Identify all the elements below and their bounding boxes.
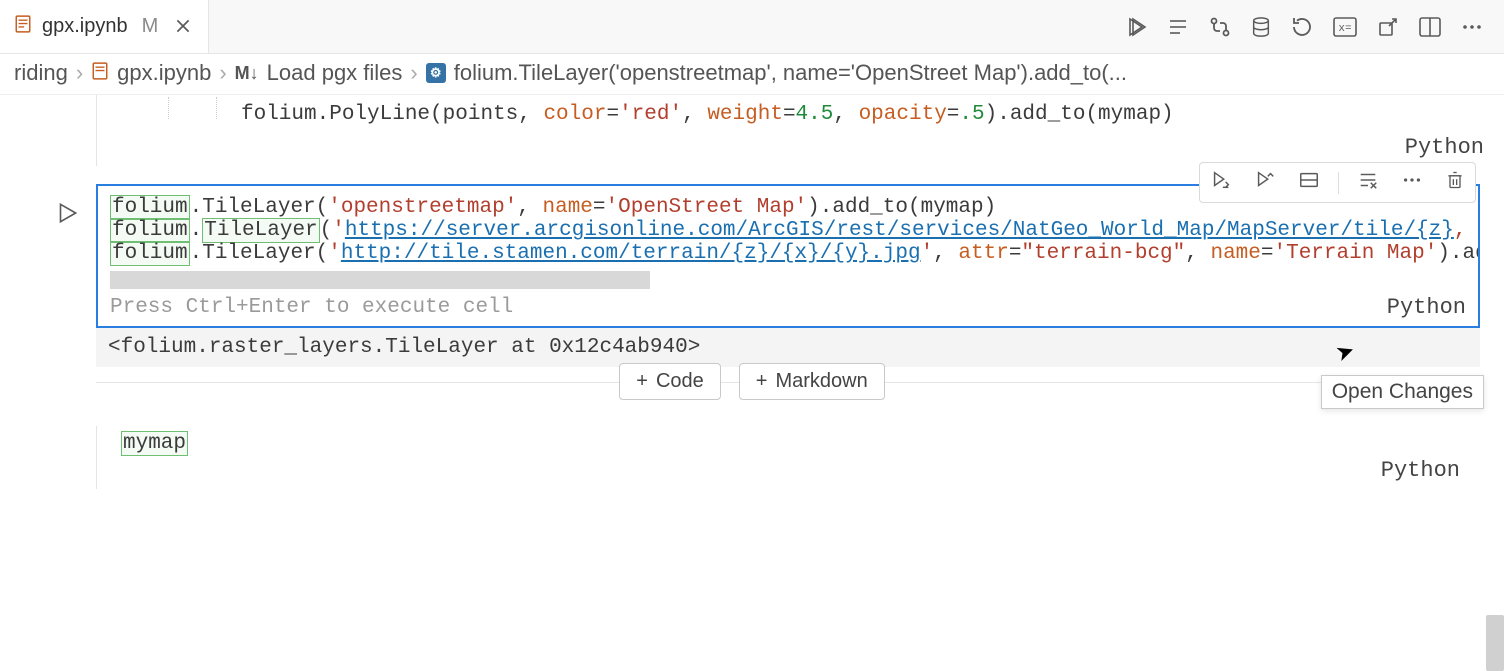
toolbar-separator [1338, 172, 1339, 194]
run-cell-icon[interactable] [54, 200, 80, 231]
cell-gutter [0, 184, 96, 328]
active-cell-region: folium.TileLayer('openstreetmap', name='… [0, 184, 1504, 328]
cell-output: <folium.raster_layers.TileLayer at 0x12c… [96, 328, 1480, 367]
tab-filename: gpx.ipynb [42, 15, 128, 38]
code-cell-next[interactable]: mymap Python [96, 426, 1480, 489]
breadcrumb-folder[interactable]: riding [14, 60, 68, 86]
notebook-content: folium.PolyLine(points, color='red', wei… [0, 95, 1504, 489]
notebook-icon [14, 15, 32, 38]
delete-cell-icon[interactable] [1441, 167, 1469, 198]
breadcrumb[interactable]: riding › gpx.ipynb › M↓ Load pgx files ›… [0, 54, 1504, 95]
markdown-icon: M↓ [235, 63, 259, 84]
selection-highlight [110, 271, 650, 289]
plus-icon: + [756, 370, 768, 393]
code-line[interactable]: mymap [121, 432, 1480, 455]
chevron-icon: › [219, 60, 226, 86]
git-compare-icon[interactable] [1208, 15, 1232, 39]
code-cell-active[interactable]: folium.TileLayer('openstreetmap', name='… [96, 184, 1480, 328]
split-editor-icon[interactable] [1418, 16, 1442, 38]
breadcrumb-section[interactable]: Load pgx files [267, 60, 403, 86]
export-icon[interactable] [1376, 15, 1400, 39]
run-by-line-icon[interactable] [1206, 167, 1236, 198]
chevron-icon: › [76, 60, 83, 86]
breadcrumb-symbol[interactable]: folium.TileLayer('openstreetmap', name='… [454, 60, 1127, 86]
variables-icon[interactable]: x= [1332, 16, 1358, 38]
svg-text:x=: x= [1338, 23, 1351, 35]
clear-outputs-icon[interactable] [1166, 15, 1190, 39]
editor-actions: x= [1124, 15, 1504, 39]
code-line[interactable]: folium.TileLayer('https://server.arcgiso… [110, 219, 1466, 242]
split-cell-icon[interactable] [1294, 167, 1324, 198]
plus-icon: + [636, 370, 648, 393]
execute-hint: Press Ctrl+Enter to execute cell [110, 296, 513, 319]
code-line[interactable]: folium.PolyLine(points, color='red', wei… [97, 97, 1504, 126]
restart-icon[interactable] [1290, 15, 1314, 39]
tab-bar: gpx.ipynb M x= [0, 0, 1504, 54]
editor-tab[interactable]: gpx.ipynb M [0, 0, 209, 53]
cell-toolbar [1199, 162, 1476, 203]
add-cell-row: + Code + Markdown [0, 363, 1504, 400]
more-icon[interactable] [1460, 15, 1484, 39]
add-code-button[interactable]: + Code [619, 363, 721, 400]
cell-language[interactable]: Python [1387, 295, 1466, 320]
add-code-label: Code [656, 370, 704, 393]
add-markdown-label: Markdown [775, 370, 867, 393]
tooltip: Open Changes [1321, 375, 1484, 409]
cell-language[interactable]: Python [1381, 458, 1460, 483]
cell-language[interactable]: Python [1405, 135, 1484, 160]
clear-output-icon[interactable] [1353, 167, 1383, 198]
scrollbar-thumb[interactable] [1486, 615, 1504, 671]
run-all-icon[interactable] [1124, 15, 1148, 39]
execute-above-icon[interactable] [1250, 167, 1280, 198]
python-icon: ⚙ [426, 63, 446, 83]
close-icon[interactable] [174, 17, 194, 37]
notebook-icon [91, 60, 109, 86]
add-markdown-button[interactable]: + Markdown [739, 363, 885, 400]
breadcrumb-file[interactable]: gpx.ipynb [117, 60, 211, 86]
database-icon[interactable] [1250, 15, 1272, 39]
tab-modified-indicator: M [142, 15, 159, 38]
code-cell-prev[interactable]: folium.PolyLine(points, color='red', wei… [96, 95, 1504, 166]
chevron-icon: › [410, 60, 417, 86]
code-line[interactable]: folium.TileLayer('http://tile.stamen.com… [110, 242, 1466, 265]
more-icon[interactable] [1397, 167, 1427, 198]
